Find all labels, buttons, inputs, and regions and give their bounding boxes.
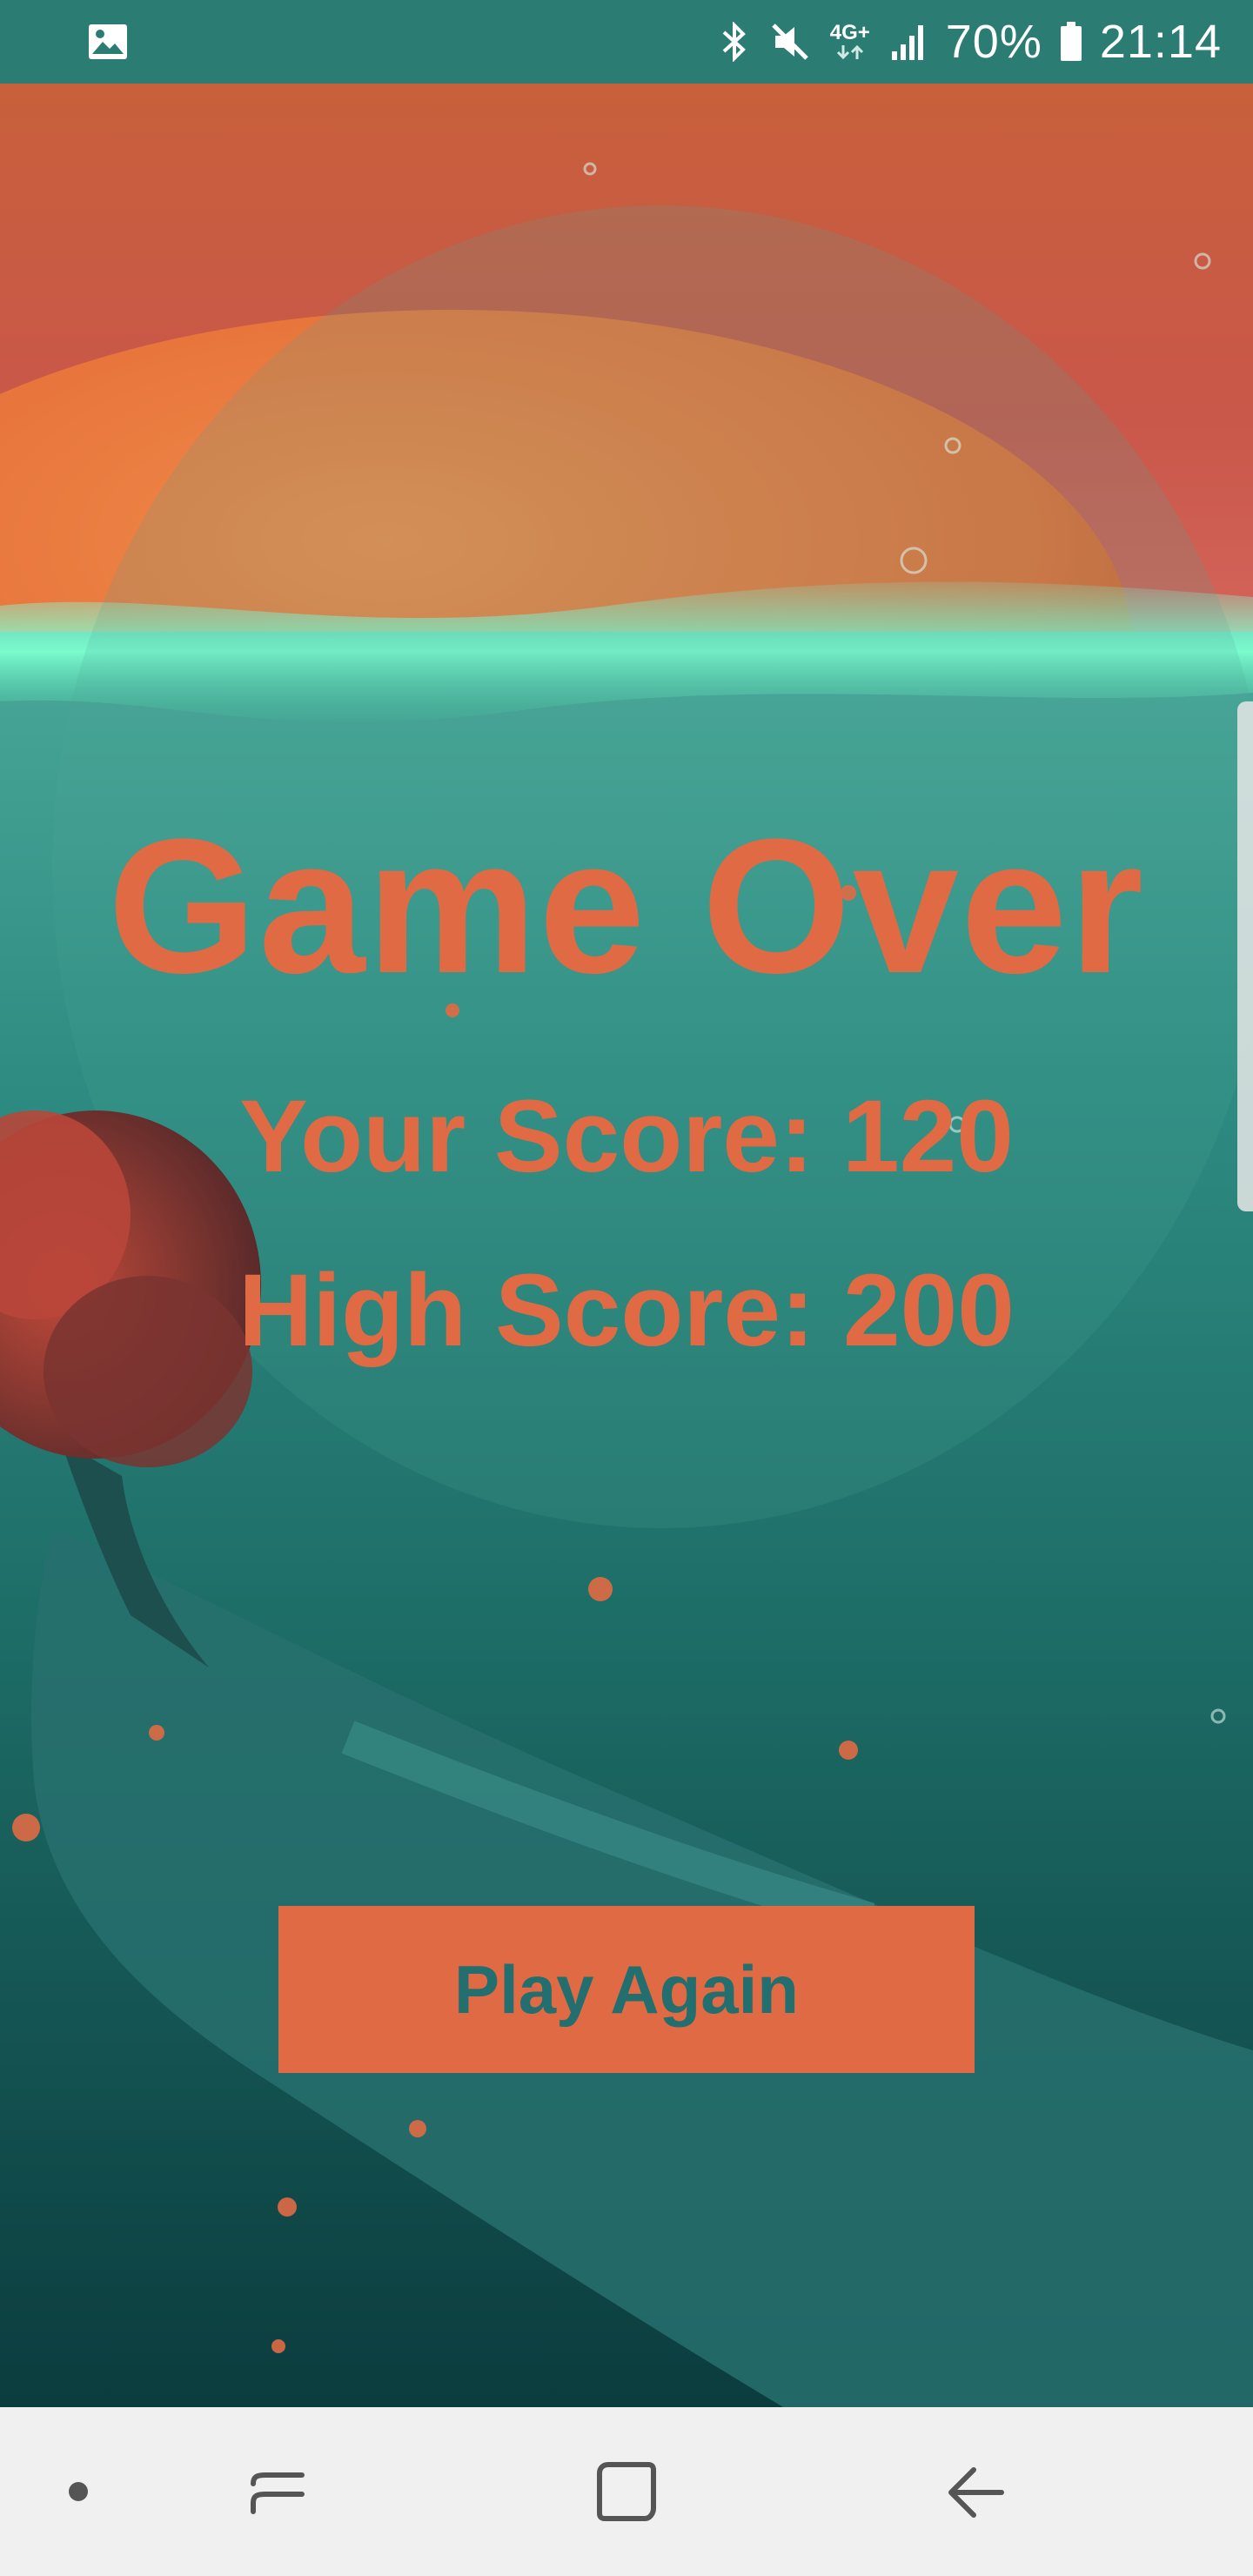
status-time: 21:14	[1099, 16, 1222, 68]
recents-icon[interactable]	[226, 2407, 331, 2576]
your-score-text: Your Score: 120	[239, 1079, 1014, 1194]
home-icon[interactable]	[574, 2407, 679, 2576]
network-label: 4G+	[829, 21, 870, 44]
play-again-button[interactable]: Play Again	[278, 1906, 975, 2073]
image-icon	[87, 21, 129, 63]
dot-icon[interactable]	[52, 2407, 104, 2576]
network-4g-plus-icon: 4G+	[826, 22, 874, 62]
game-over-screen: Game Over Your Score: 120 High Score: 20…	[0, 84, 1253, 2407]
status-bar: 4G+ 70% 21:14	[0, 0, 1253, 84]
navigation-bar	[0, 2407, 1253, 2576]
game-over-title: Game Over	[107, 799, 1145, 1013]
edge-panel-handle[interactable]	[1237, 701, 1253, 1211]
high-score-text: High Score: 200	[238, 1253, 1015, 1368]
mute-icon	[770, 22, 810, 62]
back-icon[interactable]	[922, 2407, 1027, 2576]
bluetooth-icon	[714, 22, 754, 62]
battery-icon	[1058, 22, 1084, 62]
signal-icon	[890, 22, 930, 62]
battery-percent: 70%	[945, 16, 1042, 68]
